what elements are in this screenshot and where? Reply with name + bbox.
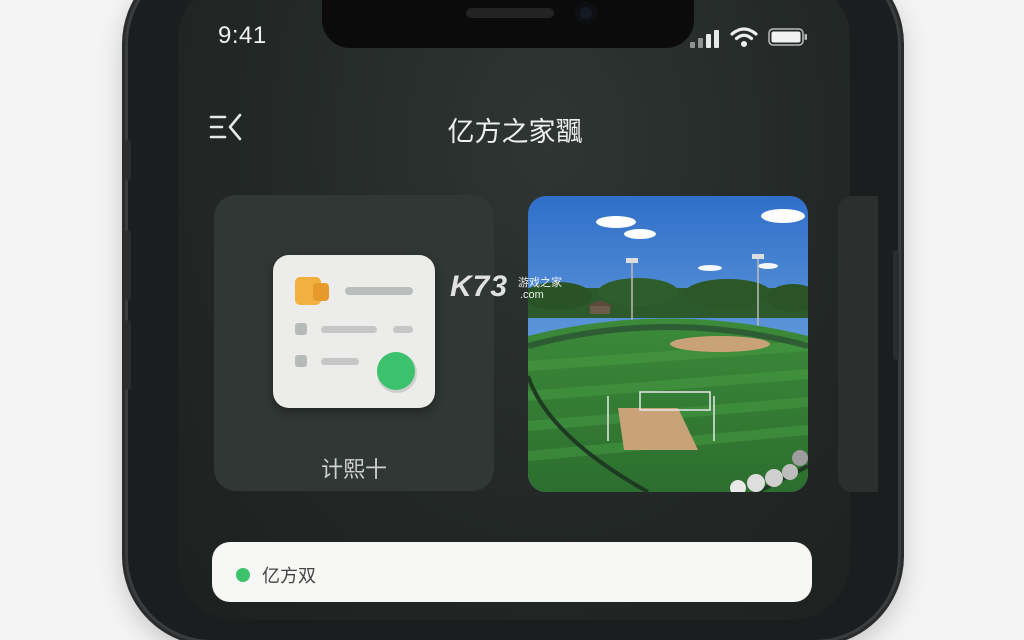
front-camera <box>575 2 597 24</box>
watermark-logo: K73 <box>450 270 509 303</box>
checklist-widget-graphic <box>295 277 417 393</box>
watermark-domain: .com <box>520 289 544 301</box>
signal-icon <box>690 28 722 48</box>
checklist-widget-icon <box>273 255 435 408</box>
battery-icon <box>768 28 807 46</box>
mute-switch <box>125 140 131 180</box>
wifi-icon <box>730 27 758 47</box>
baseball-field-photo <box>528 196 808 492</box>
watermark-subtitle: 游戏之家 <box>518 276 562 289</box>
volume-down-button <box>125 320 131 390</box>
app-title: 亿方之家飁 <box>447 117 583 148</box>
menu-collapse-icon[interactable] <box>208 112 244 144</box>
app-card-next-peek[interactable] <box>838 196 878 492</box>
status-time: 9:41 <box>218 22 267 49</box>
app-card-baseball-photo[interactable] <box>528 196 808 492</box>
app-card-label: 计熙十 <box>320 458 387 483</box>
earpiece-speaker <box>466 8 554 18</box>
power-button <box>893 250 899 360</box>
bottom-card-text: 亿方双 <box>262 566 316 587</box>
status-dot-icon <box>236 568 250 582</box>
volume-up-button <box>125 230 131 300</box>
